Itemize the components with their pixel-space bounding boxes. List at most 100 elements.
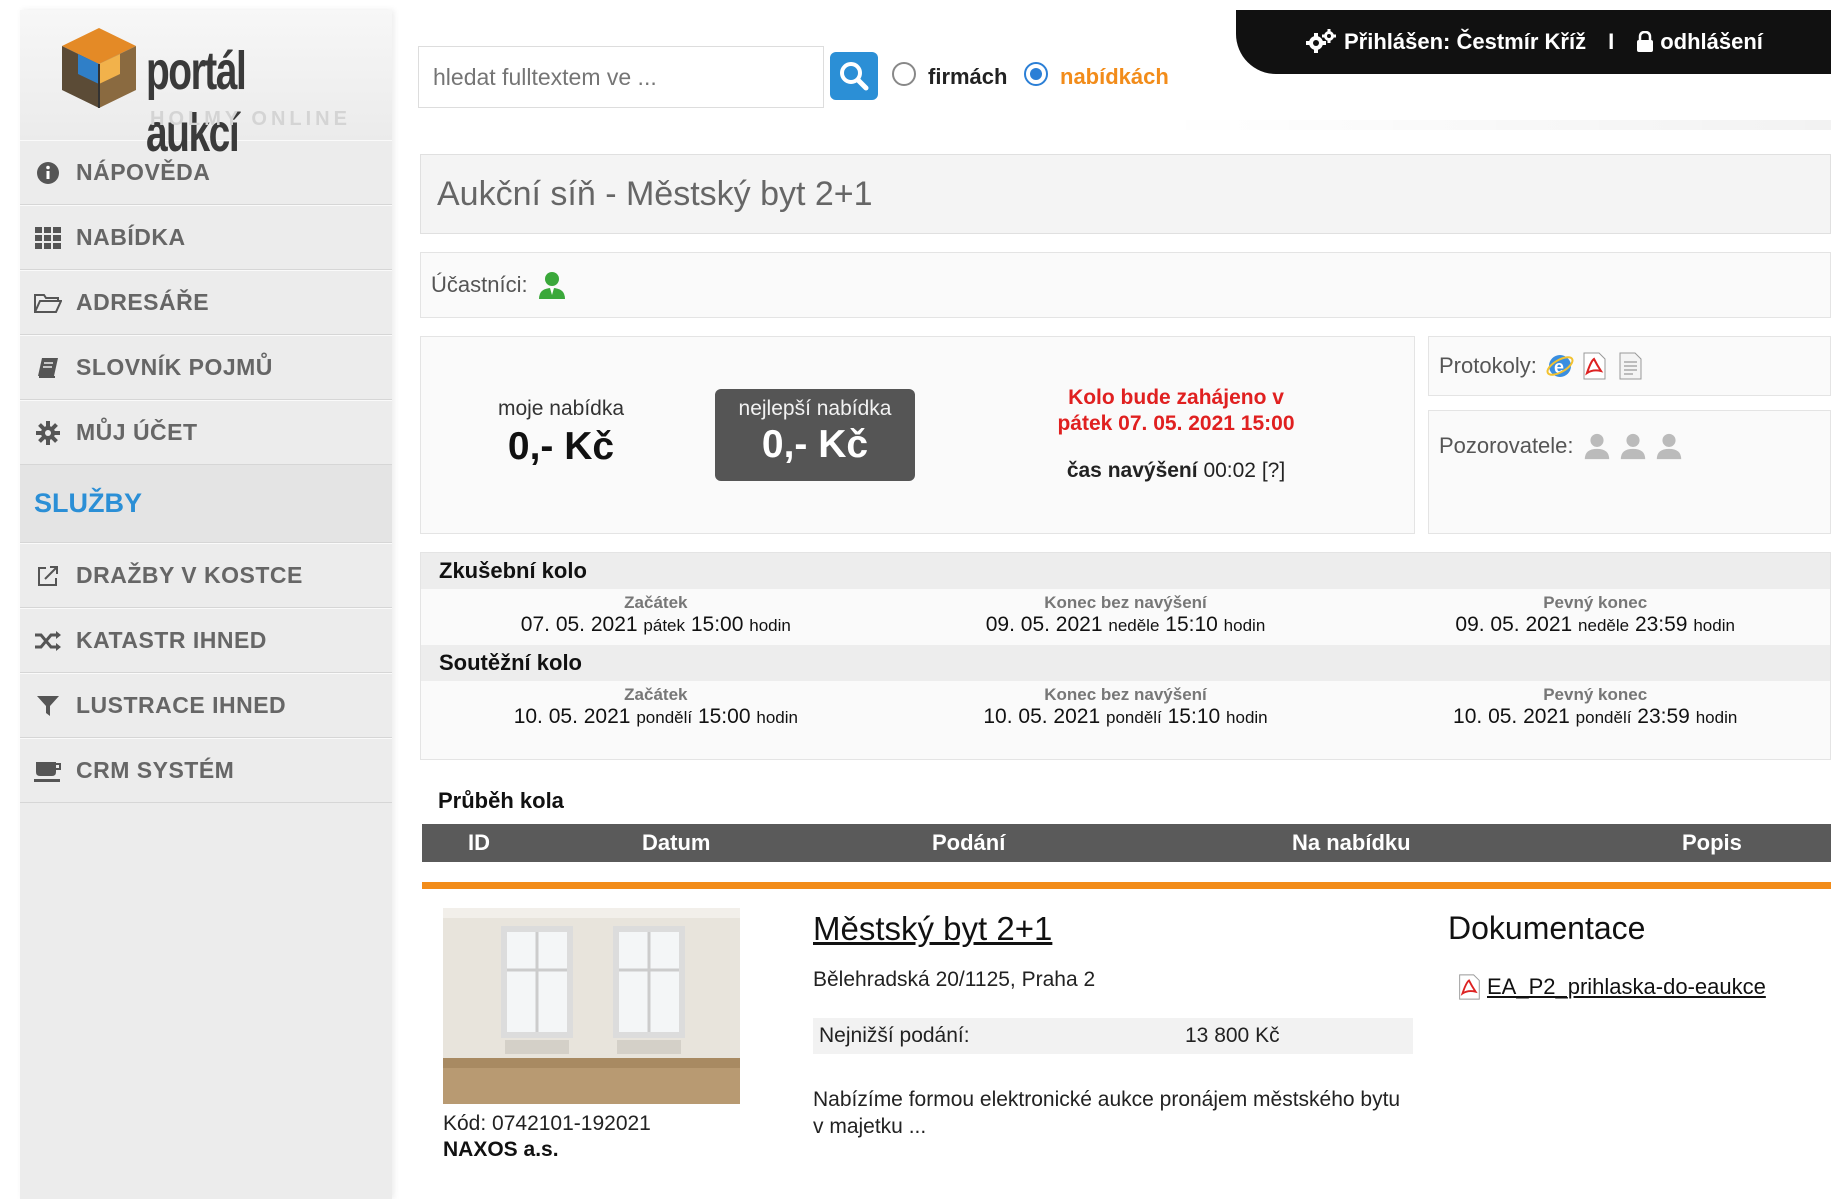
user-green-icon[interactable] — [536, 269, 568, 301]
radio-firmach[interactable] — [892, 62, 916, 86]
sidebar-item-label: CRM SYSTÉM — [76, 757, 235, 783]
time: 15:00 — [690, 613, 744, 636]
sidebar-item-adresare[interactable]: ADRESÁŘE — [20, 270, 392, 335]
day: neděle — [1108, 616, 1160, 635]
logo-text: portál aukcí — [146, 41, 247, 163]
increase-label: čas navýšení — [1066, 459, 1198, 482]
user-bar: Přihlášen: Čestmír Kříž I odhlášení — [1236, 10, 1831, 74]
sidebar-section-sluzby: SLUŽBY — [20, 465, 392, 543]
section-title: SLUŽBY — [34, 488, 142, 518]
day: pondělí — [1575, 708, 1632, 727]
round-fixed-end: Pevný konec 09. 05. 2021 neděle 23:59 ho… — [1360, 589, 1830, 645]
pdf-icon — [1459, 974, 1480, 1000]
protocols-label: Protokoly: — [1439, 353, 1537, 378]
folder-icon — [34, 289, 62, 317]
sidebar-item-label: ADRESÁŘE — [76, 289, 210, 315]
radio-nabidkach-label[interactable]: nabídkách — [1060, 64, 1169, 90]
sidebar: portál aukcí HOLMY ONLINE NÁPOVĚDA NABÍD… — [20, 10, 392, 1199]
lock-icon — [1637, 31, 1654, 52]
round-row: Začátek 07. 05. 2021 pátek 15:00 hodin K… — [421, 589, 1830, 645]
progress-title: Průběh kola — [438, 788, 564, 813]
logo-subtitle: HOLMY ONLINE — [150, 108, 351, 130]
col-popis[interactable]: Popis — [1682, 830, 1742, 856]
property-photo[interactable] — [443, 908, 740, 1104]
best-bid-value: 0,- Kč — [761, 423, 869, 466]
col-label: Začátek — [624, 593, 688, 612]
sidebar-item-lustrace[interactable]: LUSTRACE IHNED — [20, 673, 392, 738]
sidebar-item-label: NABÍDKA — [76, 224, 186, 250]
time: 15:10 — [1165, 613, 1218, 636]
col-value: 09. 05. 2021 neděle 23:59 hodin — [1360, 613, 1830, 637]
col-value: 09. 05. 2021 neděle 15:10 hodin — [891, 613, 1361, 637]
date: 09. 05. 2021 — [1455, 613, 1573, 636]
my-bid-value: 0,- Kč — [507, 425, 615, 468]
sidebar-item-nabidka[interactable]: NABÍDKA — [20, 205, 392, 270]
document-icon[interactable] — [1615, 351, 1645, 381]
round-start-line2: pátek 07. 05. 2021 15:00 — [1057, 412, 1295, 435]
round-start-line1: Kolo bude zahájeno v — [1068, 386, 1284, 409]
unit: hodin — [1695, 708, 1738, 727]
my-bid: moje nabídka 0,- Kč — [461, 397, 661, 469]
unit: hodin — [756, 708, 798, 727]
item-title-link[interactable]: Městský byt 2+1 — [813, 910, 1052, 948]
unit: hodin — [1226, 708, 1268, 727]
round-start: Začátek 07. 05. 2021 pátek 15:00 hodin — [421, 589, 891, 645]
observers-label: Pozorovatele: — [1439, 433, 1574, 458]
sidebar-item-katastr[interactable]: KATASTR IHNED — [20, 608, 392, 673]
increase-value[interactable]: 00:02 [?] — [1203, 459, 1285, 482]
col-value: 10. 05. 2021 pondělí 15:00 hodin — [421, 705, 891, 729]
sidebar-item-drazby[interactable]: DRAŽBY V KOSTCE — [20, 543, 392, 608]
logout-link[interactable]: odhlášení — [1660, 29, 1763, 55]
date: 10. 05. 2021 — [1453, 705, 1570, 728]
page-title: Aukční síň - Městský byt 2+1 — [420, 154, 1831, 234]
col-label: Konec bez navýšení — [1044, 685, 1207, 704]
search-button[interactable] — [830, 52, 878, 100]
col-value: 10. 05. 2021 pondělí 23:59 hodin — [1360, 705, 1830, 729]
date: 09. 05. 2021 — [985, 613, 1103, 636]
progress-table-header: ID Datum Podání Na nabídku Popis — [422, 824, 1831, 862]
min-bid-row: Nejnižší podání: 13 800 Kč — [813, 1018, 1413, 1054]
protocols-panel: Protokoly: e — [1428, 336, 1831, 396]
item-company: NAXOS a.s. — [443, 1138, 559, 1161]
filter-icon — [34, 692, 62, 720]
time: 15:00 — [697, 705, 751, 728]
sidebar-item-crm[interactable]: CRM SYSTÉM — [20, 738, 392, 803]
participants-label: Účastníci: — [431, 272, 528, 297]
divider — [1160, 120, 1831, 130]
logged-user[interactable]: Přihlášen: Čestmír Kříž — [1344, 29, 1586, 55]
col-value: 07. 05. 2021 pátek 15:00 hodin — [421, 613, 891, 637]
search-input[interactable] — [418, 46, 824, 108]
radio-firmach-label[interactable]: firmách — [928, 64, 1007, 90]
logo[interactable]: portál aukcí HOLMY ONLINE — [20, 10, 392, 163]
col-podani[interactable]: Podání — [932, 830, 1005, 856]
col-id[interactable]: ID — [468, 830, 490, 856]
unit: hodin — [749, 616, 791, 635]
observers-panel: Pozorovatele: — [1428, 410, 1831, 534]
day: pátek — [643, 616, 686, 635]
col-label: Pevný konec — [1543, 593, 1648, 612]
radio-nabidkach[interactable] — [1024, 62, 1048, 86]
ie-icon[interactable]: e — [1545, 351, 1575, 381]
col-datum[interactable]: Datum — [642, 830, 710, 856]
round-title: Soutěžní kolo — [421, 645, 1830, 681]
sidebar-item-muj-ucet[interactable]: MŮJ ÚČET — [20, 400, 392, 465]
external-link-icon — [34, 562, 62, 590]
item-description: Nabízíme formou elektronické aukce proná… — [813, 1088, 1401, 1138]
bid-panel: moje nabídka 0,- Kč nejlepší nabídka 0,-… — [420, 336, 1415, 534]
separator: I — [1608, 29, 1615, 54]
day: pondělí — [1106, 708, 1162, 727]
round-start-info: Kolo bude zahájeno v pátek 07. 05. 2021 … — [1021, 385, 1331, 483]
sidebar-item-label: DRAŽBY V KOSTCE — [76, 562, 303, 588]
unit: hodin — [1223, 616, 1266, 635]
round-end-no-increase: Konec bez navýšení 10. 05. 2021 pondělí … — [891, 681, 1361, 737]
document-filename: EA_P2_prihlaska-do-eaukce — [1487, 974, 1766, 999]
col-label: Pevný konec — [1543, 685, 1648, 704]
best-bid-label: nejlepší nabídka — [738, 397, 892, 420]
date: 10. 05. 2021 — [983, 705, 1101, 728]
sidebar-item-slovnik[interactable]: SLOVNÍK POJMŮ — [20, 335, 392, 400]
document-link[interactable]: EA_P2_prihlaska-do-eaukce — [1455, 972, 1766, 1002]
col-na-nabidku[interactable]: Na nabídku — [1292, 830, 1411, 856]
item-address: Bělehradská 20/1125, Praha 2 — [813, 968, 1096, 991]
col-label: Konec bez navýšení — [1044, 593, 1207, 612]
pdf-icon[interactable] — [1579, 351, 1609, 381]
